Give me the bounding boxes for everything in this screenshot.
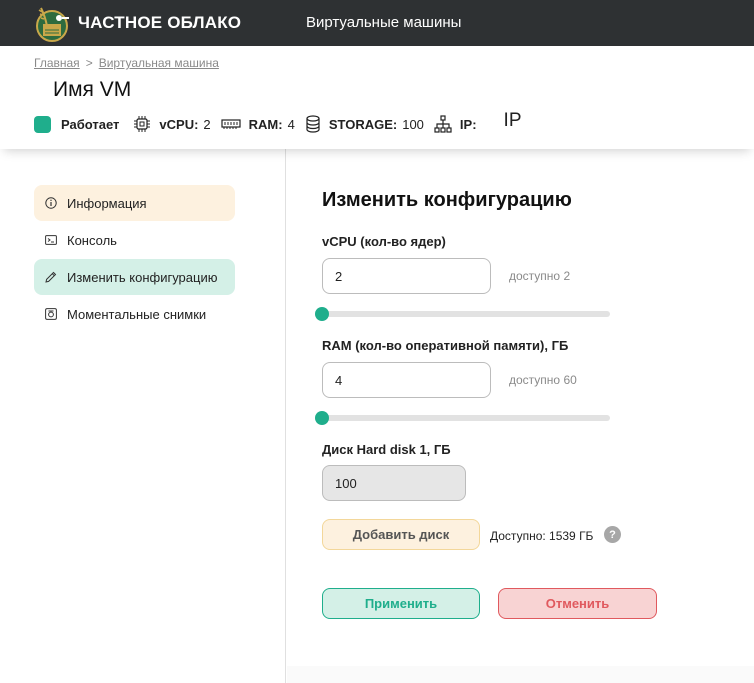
sidebar: Информация Консоль Изменить конфигурацию… xyxy=(0,149,286,683)
vm-status-row: Работает vCPU: 2 RAM: 4 STORAGE: 100 IP:… xyxy=(34,110,522,133)
breadcrumb-current[interactable]: Виртуальная машина xyxy=(99,56,219,70)
sidebar-item-label: Информация xyxy=(67,195,147,211)
cancel-button[interactable]: Отменить xyxy=(498,588,657,619)
vcpu-field-label: vCPU (кол-во ядер) xyxy=(322,234,446,249)
ram-slider-thumb[interactable] xyxy=(315,411,329,425)
edit-icon xyxy=(45,271,57,283)
ram-value: 4 xyxy=(287,116,295,132)
vcpu-available: доступно 2 xyxy=(509,269,571,283)
breadcrumb-separator: > xyxy=(85,56,93,70)
status-label: Работает xyxy=(61,116,120,132)
database-icon xyxy=(305,115,321,133)
sidebar-item-snapshots[interactable]: Моментальные снимки xyxy=(34,296,235,332)
free-space-text: Доступно: 1539 ГБ xyxy=(490,529,594,543)
help-icon[interactable]: ? xyxy=(604,526,621,543)
bottom-band xyxy=(287,666,754,683)
sidebar-item-info[interactable]: Информация xyxy=(34,185,235,221)
apply-button[interactable]: Применить xyxy=(322,588,480,619)
ram-input[interactable] xyxy=(322,362,491,398)
add-disk-button[interactable]: Добавить диск xyxy=(322,519,480,550)
nav-link-virtual-machines[interactable]: Виртуальные машины xyxy=(306,14,461,31)
brand-name: ЧАСТНОЕ ОБЛАКО xyxy=(78,13,242,32)
sidebar-item-config[interactable]: Изменить конфигурацию xyxy=(34,259,235,295)
breadcrumb: Главная > Виртуальная машина xyxy=(34,56,219,70)
ip-value: IP xyxy=(503,110,522,131)
storage-value: 100 xyxy=(402,116,424,132)
ram-slider[interactable] xyxy=(315,411,610,425)
ram-field-label: RAM (кол-во оперативной памяти), ГБ xyxy=(322,338,569,353)
disk-input xyxy=(322,465,466,501)
ram-label: RAM: xyxy=(248,116,283,132)
form-title: Изменить конфигурацию xyxy=(322,189,572,211)
status-indicator xyxy=(34,115,51,133)
page-title: Имя VM xyxy=(53,78,132,101)
sidebar-item-label: Консоль xyxy=(67,232,117,248)
sidebar-item-console[interactable]: Консоль xyxy=(34,222,235,258)
vcpu-label: vCPU: xyxy=(159,116,199,132)
console-icon xyxy=(45,234,57,246)
vcpu-slider-thumb[interactable] xyxy=(315,307,329,321)
network-icon xyxy=(434,115,452,133)
wheat-logo-icon[interactable] xyxy=(33,2,71,44)
sidebar-item-label: Моментальные снимки xyxy=(67,306,207,322)
breadcrumb-home[interactable]: Главная xyxy=(34,56,80,70)
sidebar-item-label: Изменить конфигурацию xyxy=(67,269,218,285)
storage-label: STORAGE: xyxy=(328,116,398,132)
ram-icon xyxy=(221,117,241,131)
top-bar: ЧАСТНОЕ ОБЛАКО Виртуальные машины xyxy=(0,0,754,46)
vcpu-slider[interactable] xyxy=(315,307,610,321)
config-form: Изменить конфигурацию vCPU (кол-во ядер)… xyxy=(287,149,754,683)
ram-available: доступно 60 xyxy=(509,373,577,387)
info-icon xyxy=(45,197,57,209)
snapshot-icon xyxy=(45,308,57,320)
vm-header: Главная > Виртуальная машина Имя VM Работа… xyxy=(0,46,754,149)
vcpu-input[interactable] xyxy=(322,258,491,294)
ip-label: IP: xyxy=(459,116,477,132)
vcpu-value: 2 xyxy=(203,116,211,132)
disk-field-label: Диск Hard disk 1, ГБ xyxy=(322,442,451,457)
cpu-icon xyxy=(133,115,151,133)
